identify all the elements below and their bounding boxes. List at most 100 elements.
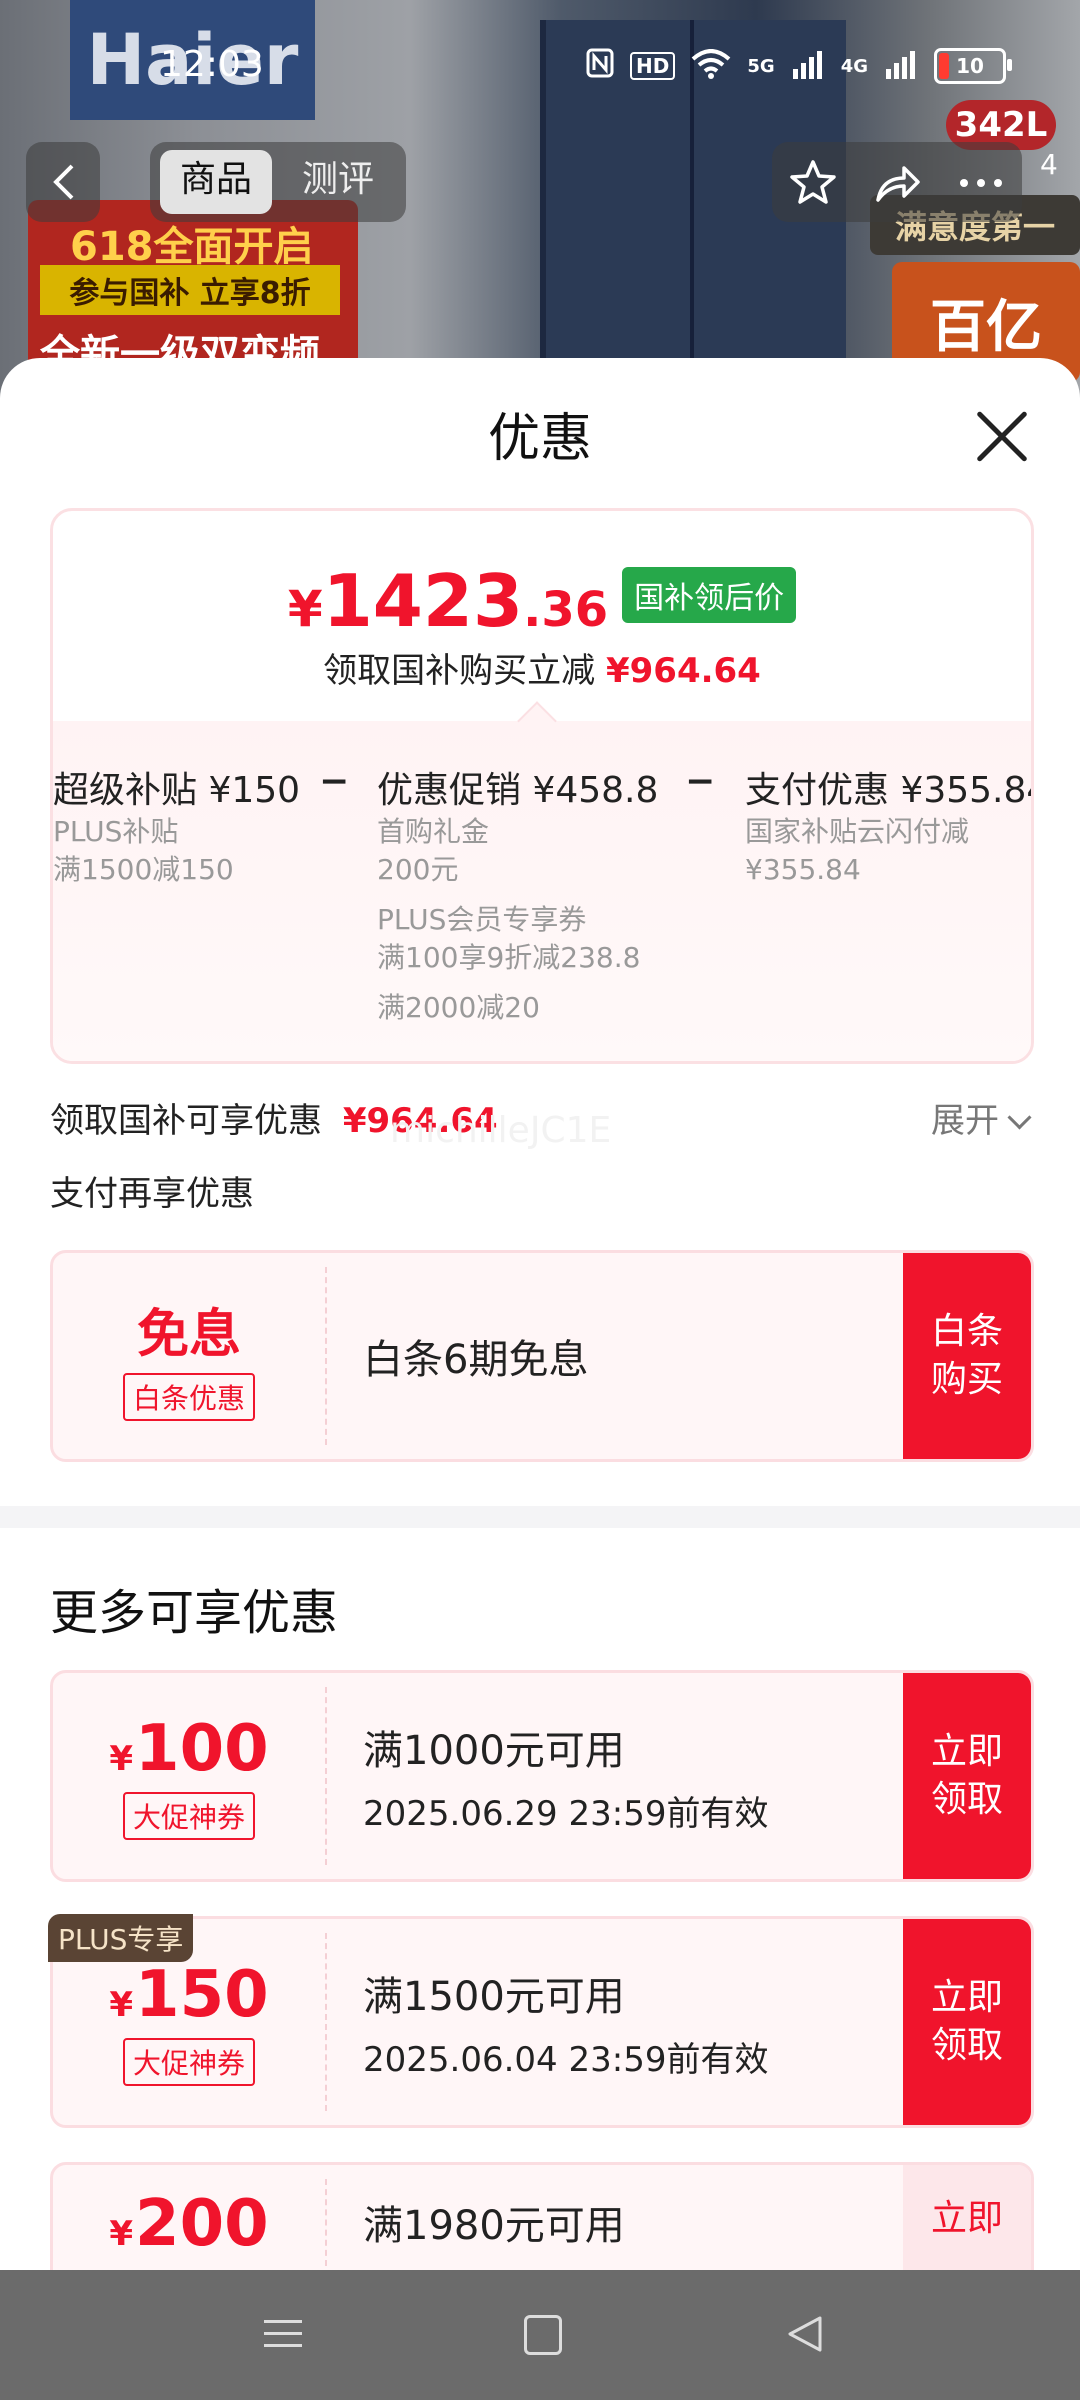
price-decimal: .36 [523, 582, 609, 638]
breakdown-line: ¥355.84 [745, 853, 861, 886]
signal-4g-label: 4G [840, 55, 868, 77]
claim-coupon-button[interactable]: 立即 领取 [903, 1673, 1031, 1879]
baitiao-coupon: 免息 白条优惠 白条6期免息 白条购买 [50, 1250, 1034, 1462]
coupon-left: ¥200 [53, 2165, 325, 2261]
expand-button[interactable]: 展开 [931, 1093, 1032, 1142]
breakdown-payment: 支付优惠 ¥355.84 国家补贴云闪付减 ¥355.84 [745, 761, 1034, 889]
breakdown-line: 200元 [377, 853, 459, 886]
coupon-left: 免息 白条优惠 [53, 1253, 325, 1459]
discount-breakdown: 超级补贴 ¥150 PLUS补贴 满1500减150 − 优惠促销 ¥458.8… [53, 761, 1034, 1051]
minus-sign: − [685, 761, 716, 802]
coupon-amount: ¥200 [109, 2187, 268, 2261]
tab-review[interactable]: 测评 [282, 150, 394, 214]
coupon-amount: ¥100 [109, 1712, 268, 1786]
coupon-tag: 大促神券 [122, 1792, 255, 1840]
coupon-yen: ¥ [109, 1985, 134, 2025]
coupon-mid: 满1500元可用 2025.06.04 23:59前有效 [363, 1919, 768, 2125]
baitiao-text: 白条6期免息 [363, 1337, 589, 1383]
more-icon[interactable] [958, 176, 1004, 190]
breakdown-head: 优惠促销 ¥458.8 [377, 770, 659, 811]
status-bar: 12:03 HD 5G 4G 10 [0, 0, 1080, 130]
cta-line: 领取 [930, 2025, 1003, 2066]
coupon-mid: 满1000元可用 2025.06.29 23:59前有效 [363, 1673, 768, 1879]
back-button[interactable] [26, 142, 100, 222]
coupon-tag: 大促神券 [122, 2038, 255, 2086]
top-tabs: 商品 测评 [150, 142, 406, 222]
cta-line: 立即 [930, 1977, 1003, 2018]
coupon-divider [325, 2179, 327, 2270]
breakdown-line: PLUS补贴 [53, 815, 179, 848]
top-actions [772, 142, 1022, 222]
status-icons: HD 5G 4G 10 [586, 48, 1012, 84]
baitiao-small: 白条优惠 [122, 1372, 255, 1421]
coupon-left: ¥100 大促神券 [53, 1673, 325, 1879]
coupon-validity: 2025.06.29 23:59前有效 [363, 1793, 769, 1834]
breakdown-promotion: 优惠促销 ¥458.8 首购礼金 200元 PLUS会员专享券 满100享9折减… [377, 761, 658, 1027]
wifi-icon [691, 49, 731, 83]
gov-subsidy-label: 领取国补可享优惠 [50, 1101, 322, 1141]
battery-icon: 10 [934, 48, 1012, 84]
claim-coupon-button[interactable]: 立即 [903, 2165, 1031, 2270]
claim-coupon-button[interactable]: 立即 领取 [903, 1919, 1031, 2125]
coupon-divider [325, 1267, 327, 1445]
breakdown-line: PLUS会员专享券 [377, 903, 587, 936]
star-icon[interactable] [788, 158, 838, 208]
signal-icon [791, 49, 825, 83]
breakdown-line: 满100享9折减238.8 [377, 941, 641, 974]
coupon-divider [325, 1933, 327, 2111]
coupon-yen: ¥ [109, 1739, 134, 1779]
hd-icon: HD [630, 52, 676, 80]
coupon-mid: 满1980元可用 [363, 2165, 625, 2251]
coupon-item: ¥150 大促神券 满1500元可用 2025.06.04 23:59前有效 立… [50, 1916, 1034, 2128]
chevron-down-icon [1007, 1105, 1032, 1130]
cta-line: 立即 [930, 2198, 1003, 2239]
menu-icon[interactable] [264, 2320, 302, 2350]
price-card: ¥ 1423 .36 国补领后价 领取国补购买立减 ¥964.64 超级补贴 ¥… [50, 508, 1034, 1064]
coupon-value: 150 [135, 1958, 269, 2032]
price-sub-value: ¥964.64 [605, 651, 761, 691]
coupon-condition: 满1980元可用 [363, 2203, 625, 2249]
sheet-title: 优惠 [487, 409, 592, 469]
coupon-yen: ¥ [109, 2214, 134, 2254]
breakdown-head: 支付优惠 ¥355.84 [745, 770, 1034, 811]
breakdown-line: 满1500减150 [53, 853, 234, 886]
cta-line: 立即 [930, 1731, 1003, 1772]
image-index: 4 [1040, 148, 1058, 181]
coupon-condition: 满1000元可用 [363, 1727, 625, 1774]
cta-line: 白条 [930, 1311, 1003, 1352]
coupon-validity: 2025.06.04 23:59前有效 [363, 2039, 769, 2080]
breakdown-head: 超级补贴 ¥150 [53, 770, 301, 811]
section-separator [0, 1506, 1080, 1528]
coupon-condition: 满1500元可用 [363, 1973, 625, 2020]
baitiao-buy-button[interactable]: 白条 购买 [903, 1253, 1031, 1459]
coupon-item: ¥200 满1980元可用 立即 [50, 2162, 1034, 2270]
home-icon[interactable] [524, 2315, 562, 2355]
tab-product[interactable]: 商品 [160, 150, 273, 214]
discount-sheet: 优惠 ¥ 1423 .36 国补领后价 领取国补购买立减 ¥964.64 超级补… [0, 358, 1080, 2270]
price-tag: 国补领后价 [622, 567, 797, 623]
price-integer: 1423 [322, 559, 524, 643]
signal-icon-2 [884, 49, 918, 83]
share-icon[interactable] [872, 158, 922, 208]
coupon-item: ¥100 大促神券 满1000元可用 2025.06.29 23:59前有效 立… [50, 1670, 1034, 1882]
plus-exclusive-badge: PLUS专享 [48, 1914, 194, 1962]
signal-5g-label: 5G [747, 55, 775, 77]
pay-discount-title: 支付再享优惠 [50, 1174, 254, 1214]
expand-label: 展开 [931, 1101, 999, 1141]
coupon-amount: ¥150 [109, 1958, 268, 2032]
close-icon[interactable] [972, 406, 1032, 466]
status-time: 12:03 [160, 44, 264, 85]
promo-line-2: 参与国补 立享8折 [40, 265, 340, 315]
battery-level: 10 [956, 54, 984, 78]
breakdown-line: 国家补贴云闪付减 [745, 815, 970, 848]
breakdown-line: 首购礼金 [377, 815, 490, 848]
more-discounts-title: 更多可享优惠 [50, 1585, 339, 1641]
coupon-value: 200 [135, 2187, 269, 2261]
cta-line: 购买 [930, 1359, 1003, 1400]
system-nav-bar [0, 2270, 1080, 2400]
chevron-left-icon [53, 164, 74, 200]
promo-line-1: 618全面开启 [70, 224, 314, 270]
price-yen: ¥ [287, 580, 323, 638]
price-sub-label: 领取国补购买立减 [323, 651, 596, 691]
coupon-value: 100 [135, 1712, 269, 1786]
